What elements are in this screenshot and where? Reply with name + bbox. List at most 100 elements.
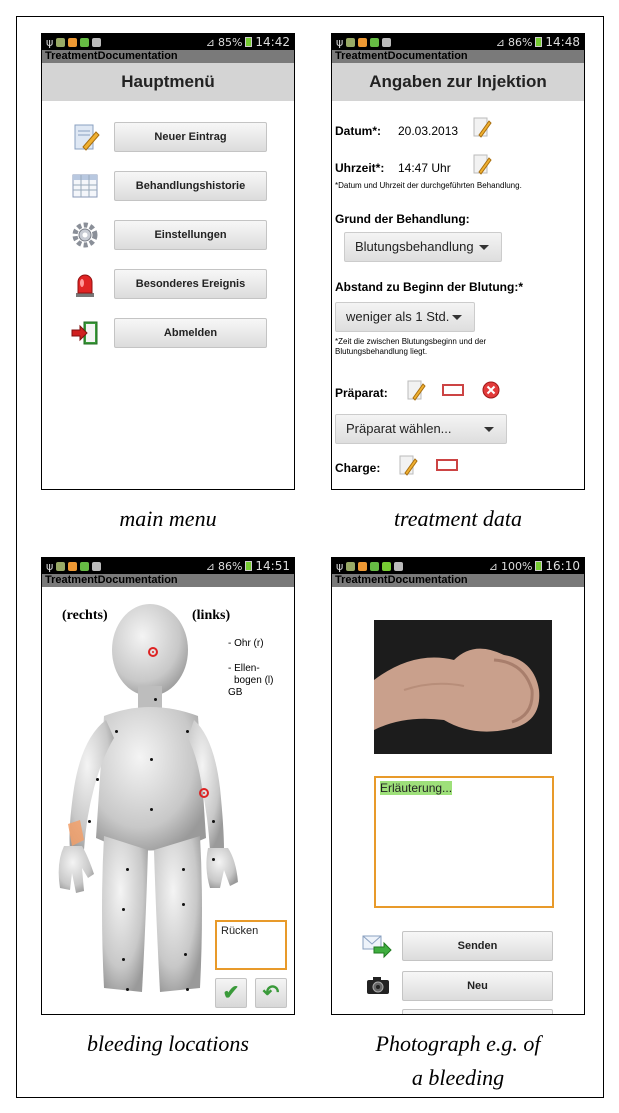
notification-icon [80,37,90,47]
location-dot[interactable] [126,868,129,871]
battery-percent: 100% [500,559,533,573]
usb-icon: ψ [46,559,54,573]
notification-icon [358,561,368,571]
clock: 14:48 [545,35,580,49]
notification-icon [370,561,380,571]
usb-icon: ψ [336,559,344,573]
caption-treatment: treatment data [393,506,523,531]
datetime-note: *Datum und Uhrzeit der durchgeführten Be… [335,181,522,190]
bleeding-marker-elbow[interactable] [199,788,209,798]
table-icon [72,174,98,198]
special-event-button[interactable]: Besonderes Ereignis [114,269,267,299]
location-dot[interactable] [186,988,189,991]
notification-icon [358,37,368,47]
chevron-down-icon [484,427,494,432]
settings-button[interactable]: Einstellungen [114,220,267,250]
app-title: TreatmentDocumentation [332,50,584,63]
caption-bleeding: bleeding locations [87,1031,249,1056]
interval-label: Abstand zu Beginn der Blutung:* [335,280,523,294]
confirm-button[interactable]: ✔ [215,978,247,1008]
partial-button[interactable] [402,1009,553,1014]
right-leg[interactable] [102,836,148,992]
send-mail-icon [362,935,392,959]
location-dot[interactable] [150,758,153,761]
new-entry-button[interactable]: Neuer Eintrag [114,122,267,152]
left-leg[interactable] [154,836,202,992]
status-bar: ψ ⊿ 86% 14:48 [332,34,584,50]
location-entry: - Ellen- bogen (l) GB [228,663,273,699]
app-title: TreatmentDocumentation [332,574,584,587]
location-dot[interactable] [184,953,187,956]
undo-button[interactable]: ↶ [255,978,287,1008]
status-bar: ψ ⊿ 85% 14:42 [42,34,294,50]
signal-icon: ⊿ [488,559,498,573]
camera-icon [367,977,389,994]
preparation-value: Präparat wählen... [346,421,452,436]
location-dot[interactable] [115,730,118,733]
reason-value: Blutungsbehandlung [355,239,474,254]
logout-door-icon [71,321,98,345]
note-textarea[interactable]: Erläuterung... [374,776,554,908]
interval-dropdown[interactable]: weniger als 1 Std. [335,302,475,332]
date-label: Datum*: [335,124,382,138]
usb-icon: ψ [46,35,54,49]
logout-button[interactable]: Abmelden [114,318,267,348]
left-hand[interactable] [206,848,238,888]
battery-icon [535,37,543,47]
edit-batch-icon[interactable] [398,454,418,476]
menu-row-new-entry: Neuer Eintrag [42,120,294,154]
location-dot[interactable] [154,698,157,701]
notification-icon [80,561,90,571]
new-photo-button[interactable]: Neu [402,971,553,1001]
chevron-down-icon [452,315,462,320]
right-hand[interactable] [58,846,94,893]
barcode-scan-icon[interactable] [442,384,464,396]
menu-row-settings: Einstellungen [42,218,294,252]
location-dot[interactable] [212,820,215,823]
battery-percent: 86% [217,559,243,573]
bleeding-photo [374,620,552,754]
image-icon [92,561,102,571]
clock: 14:51 [255,559,290,573]
location-dot[interactable] [122,908,125,911]
delete-icon[interactable] [482,381,500,399]
location-entry: - Ohr (r) [228,638,264,649]
treatment-screen: ψ ⊿ 86% 14:48 TreatmentDocumentation Ang… [331,33,585,490]
menu-row-history: Behandlungshistorie [42,169,294,203]
battery-icon [535,561,543,571]
battery-icon [245,37,253,47]
notification-icon [346,561,356,571]
edit-date-icon[interactable] [472,116,492,138]
interval-note-line: *Zeit die zwischen Blutungsbeginn und de… [335,337,487,346]
battery-percent: 85% [217,35,243,49]
edit-time-icon[interactable] [472,153,492,175]
torso[interactable] [96,707,206,851]
signal-icon: ⊿ [205,559,215,573]
bleeding-marker-ear[interactable] [148,647,158,657]
menu-row-logout: Abmelden [42,316,294,350]
location-dot[interactable] [182,903,185,906]
location-dot[interactable] [88,820,91,823]
edit-preparation-icon[interactable] [406,379,426,401]
batch-label: Charge: [335,461,381,475]
send-button[interactable]: Senden [402,931,553,961]
image-icon [394,561,404,571]
preparation-dropdown[interactable]: Präparat wählen... [335,414,507,444]
app-title: TreatmentDocumentation [42,50,294,63]
location-dot[interactable] [186,730,189,733]
location-note-input[interactable]: Rücken [215,920,287,970]
notification-icon [346,37,356,47]
location-dot[interactable] [212,858,215,861]
location-dot[interactable] [96,778,99,781]
caption-photo-line: Photograph e.g. of [375,1031,541,1056]
preparation-label: Präparat: [335,386,388,400]
barcode-scan-icon[interactable] [436,459,458,471]
location-dot[interactable] [126,988,129,991]
location-dot[interactable] [150,808,153,811]
reason-dropdown[interactable]: Blutungsbehandlung [344,232,502,262]
history-button[interactable]: Behandlungshistorie [114,171,267,201]
image-icon [382,37,392,47]
time-label: Uhrzeit*: [335,161,385,175]
location-dot[interactable] [122,958,125,961]
location-dot[interactable] [182,868,185,871]
